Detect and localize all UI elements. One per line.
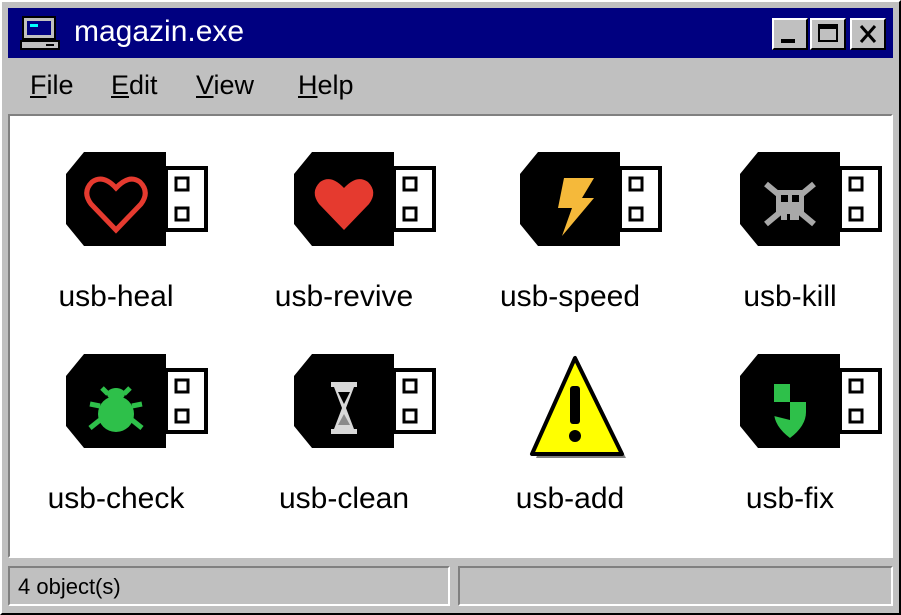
close-button[interactable] — [850, 18, 886, 50]
maximize-icon — [818, 24, 838, 42]
usb-drive-icon — [740, 152, 882, 246]
menu-file[interactable]: File — [30, 70, 74, 100]
usb-drive-icon — [740, 354, 882, 448]
usb-drive-icon — [66, 152, 208, 246]
file-label: usb-fix — [745, 482, 835, 515]
usb-drive-icon — [520, 152, 662, 246]
file-item-usb-heal[interactable]: usb-heal — [16, 152, 216, 342]
close-icon — [859, 25, 877, 43]
file-item-usb-kill[interactable]: usb-kill — [690, 152, 890, 342]
window-title: magazin.exe — [74, 15, 245, 48]
status-pane-left: 4 object(s) — [8, 566, 450, 606]
file-item-usb-clean[interactable]: usb-clean — [244, 354, 444, 544]
file-item-usb-add[interactable]: usb-add — [470, 354, 670, 544]
file-label: usb-check — [47, 482, 185, 515]
menu-help[interactable]: Help — [298, 70, 354, 100]
file-item-usb-revive[interactable]: usb-revive — [244, 152, 444, 342]
file-label: usb-speed — [499, 280, 641, 313]
file-label: usb-add — [515, 482, 625, 515]
minimize-button[interactable] — [772, 18, 808, 50]
status-bar: 4 object(s) — [8, 566, 893, 608]
file-label: usb-kill — [743, 280, 837, 313]
computer-icon — [20, 16, 60, 50]
file-label: usb-clean — [278, 482, 410, 515]
usb-drive-icon — [294, 354, 436, 448]
file-item-usb-fix[interactable]: usb-fix — [690, 354, 890, 544]
menu-bar: File Edit View Help — [8, 62, 893, 108]
menu-view[interactable]: View — [196, 70, 254, 100]
title-bar[interactable]: magazin.exe — [8, 8, 893, 58]
file-view: usb-heal usb-revive usb-speed usb-kill u… — [8, 114, 893, 558]
status-object-count: 4 object(s) — [18, 574, 121, 599]
minimize-icon — [781, 39, 795, 43]
maximize-button[interactable] — [810, 18, 846, 50]
file-item-usb-speed[interactable]: usb-speed — [470, 152, 670, 342]
warning-icon — [530, 356, 626, 458]
file-item-usb-check[interactable]: usb-check — [16, 354, 216, 544]
file-label: usb-revive — [274, 280, 414, 313]
app-window: magazin.exe File Edit View Help usb-heal… — [0, 0, 901, 615]
status-pane-right — [458, 566, 893, 606]
usb-drive-icon — [66, 354, 208, 448]
menu-edit[interactable]: Edit — [111, 70, 158, 100]
file-label: usb-heal — [58, 280, 174, 313]
usb-drive-icon — [294, 152, 436, 246]
